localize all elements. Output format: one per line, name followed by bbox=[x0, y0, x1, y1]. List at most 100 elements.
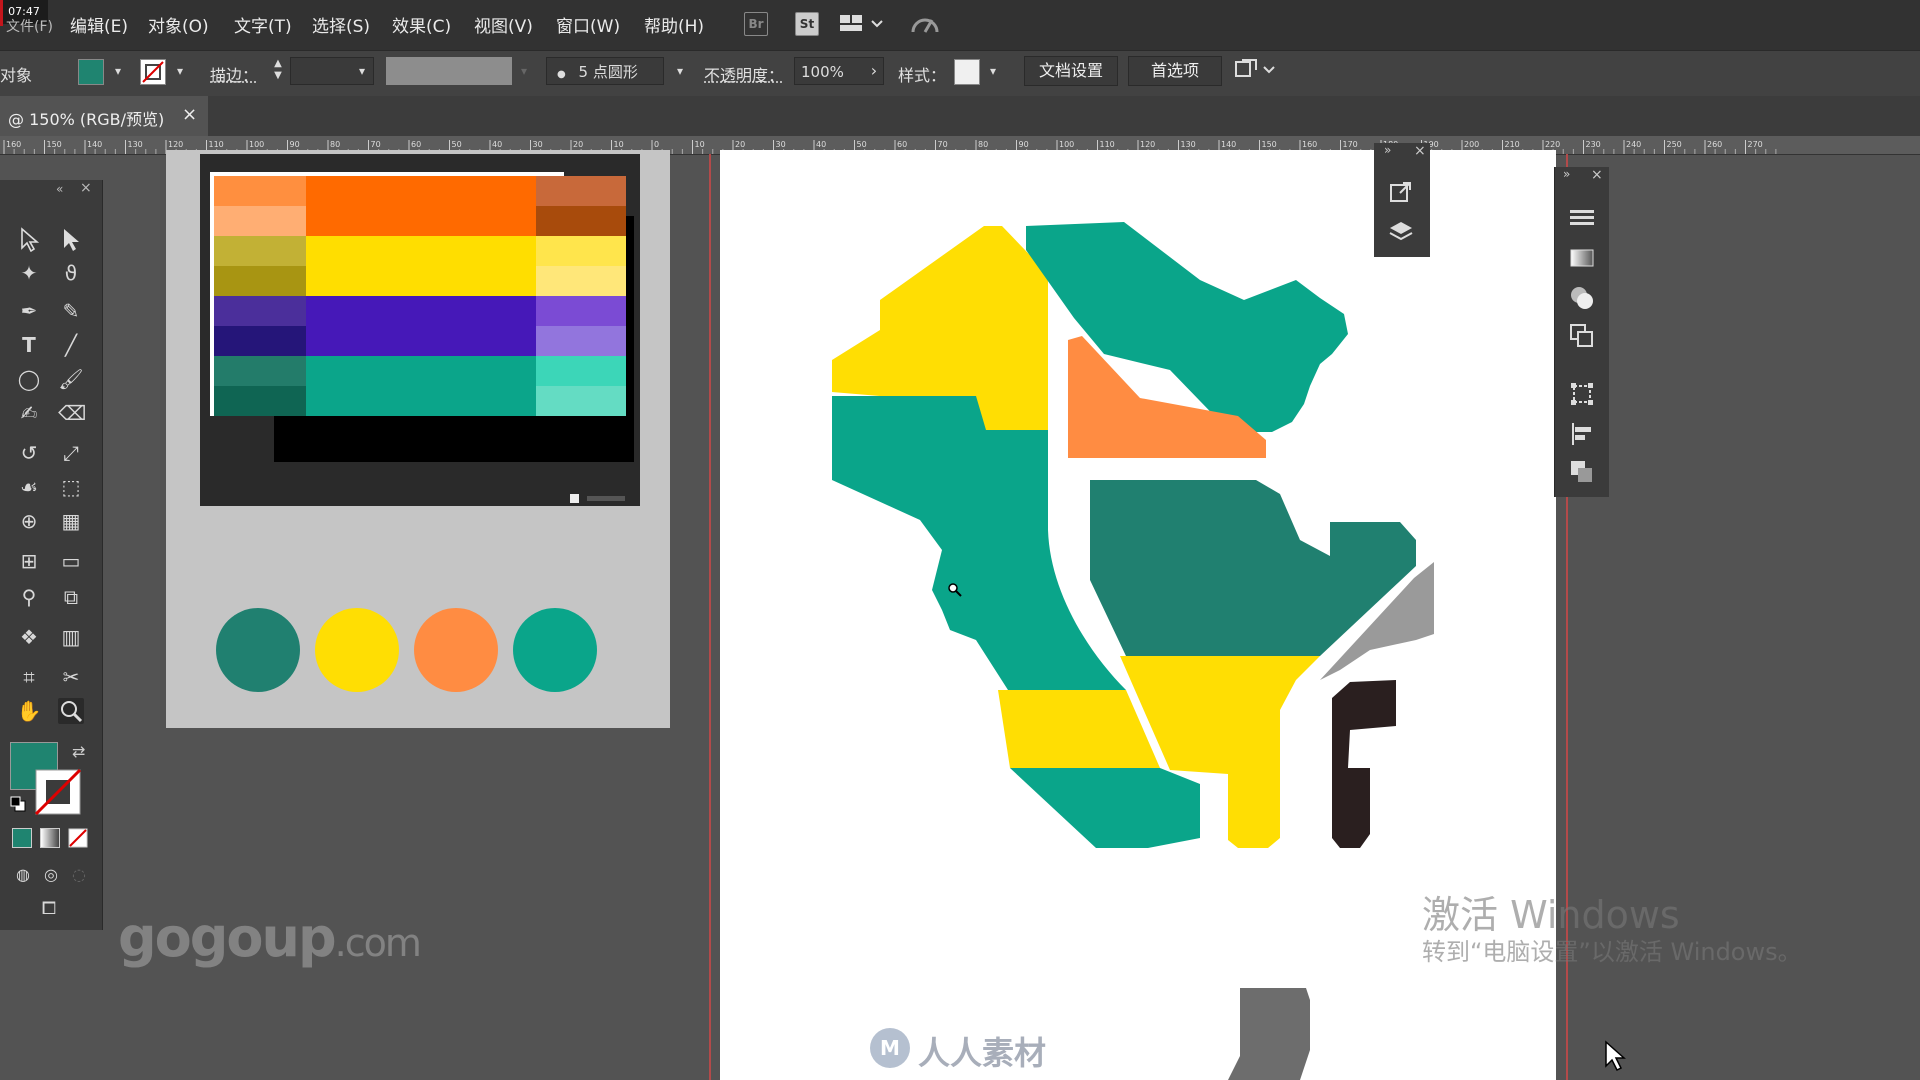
pathfinder-icon[interactable] bbox=[1569, 459, 1595, 485]
menu-help[interactable]: 帮助(H) bbox=[644, 12, 704, 37]
free-transform-tool-icon[interactable]: ⬚ bbox=[58, 474, 84, 500]
default-colors-icon[interactable] bbox=[10, 796, 26, 816]
warp-tool-icon[interactable]: ☙ bbox=[16, 474, 42, 500]
magic-wand-tool-icon[interactable]: ✦ bbox=[16, 260, 42, 286]
color-mode-icon[interactable] bbox=[12, 828, 32, 848]
ruler-label: 220 bbox=[1545, 140, 1560, 149]
style-label: 样式： bbox=[898, 66, 947, 85]
mesh-tool-icon[interactable]: ⊞ bbox=[16, 548, 42, 574]
gradient-mode-icon[interactable] bbox=[40, 828, 60, 848]
close-tab-icon[interactable]: × bbox=[182, 104, 197, 125]
pen-tool-icon[interactable]: ✒ bbox=[16, 298, 42, 324]
transform-icon[interactable] bbox=[1569, 381, 1595, 407]
perspective-grid-tool-icon[interactable]: ▦ bbox=[58, 508, 84, 534]
menu-file-partial[interactable]: 文件(F) bbox=[6, 16, 53, 36]
brush-definition-field[interactable]: ● 5 点圆形 bbox=[546, 57, 664, 85]
palette-swatch-left bbox=[214, 176, 306, 206]
fill-swatch[interactable] bbox=[78, 59, 104, 85]
shaper-tool-icon[interactable]: ✍ bbox=[16, 400, 42, 426]
export-icon[interactable] bbox=[1388, 179, 1414, 205]
draw-behind-icon[interactable]: ◎ bbox=[38, 862, 64, 888]
document-tab[interactable]: @ 150% (RGB/预览) × bbox=[0, 96, 208, 136]
eyedropper-tool-icon[interactable]: ⚲ bbox=[16, 584, 42, 610]
line-tool-icon[interactable]: ╱ bbox=[58, 332, 84, 358]
workspace-layout-icon[interactable] bbox=[840, 14, 884, 38]
variable-width-profile[interactable] bbox=[386, 57, 512, 85]
type-tool-icon[interactable]: T bbox=[16, 332, 42, 358]
ruler-label: 50 bbox=[857, 140, 867, 149]
menu-object[interactable]: 对象(O) bbox=[148, 12, 209, 37]
ruler-label: 120 bbox=[1140, 140, 1155, 149]
gradient-icon[interactable] bbox=[1569, 245, 1595, 271]
close-dock-icon[interactable]: × bbox=[1591, 167, 1603, 183]
menu-window[interactable]: 窗口(W) bbox=[556, 12, 620, 37]
ruler-label: 80 bbox=[330, 140, 340, 149]
ruler-label: 50 bbox=[452, 140, 462, 149]
floating-panel: » × bbox=[1374, 143, 1430, 257]
appearance-icon[interactable] bbox=[1569, 323, 1595, 349]
draw-normal-icon[interactable]: ◍ bbox=[10, 862, 36, 888]
swap-colors-icon[interactable]: ⇄ bbox=[72, 742, 85, 761]
direct-selection-tool-icon[interactable] bbox=[58, 226, 84, 252]
collapse-dock-icon[interactable]: » bbox=[1563, 167, 1570, 181]
gradient-tool-icon[interactable]: ▭ bbox=[58, 548, 84, 574]
graphic-style-swatch[interactable] bbox=[954, 59, 980, 85]
brush-dropdown-icon[interactable]: ▾ bbox=[672, 60, 688, 82]
opacity-label[interactable]: 不透明度： bbox=[704, 62, 784, 86]
document-setup-button[interactable]: 文档设置 bbox=[1024, 56, 1118, 86]
hand-tool-icon[interactable]: ✋ bbox=[16, 698, 42, 724]
lasso-tool-icon[interactable]: ϑ bbox=[58, 260, 84, 286]
menu-type[interactable]: 文字(T) bbox=[234, 12, 292, 37]
stroke-stepper[interactable]: ▲ ▼ bbox=[270, 58, 286, 84]
stroke-color-swatch[interactable] bbox=[34, 768, 82, 816]
ellipse-tool-icon[interactable]: ◯ bbox=[16, 366, 42, 392]
style-dropdown-icon[interactable]: ▾ bbox=[985, 60, 1001, 82]
stroke-dropdown-icon[interactable]: ▾ bbox=[172, 60, 188, 82]
transparency-icon[interactable] bbox=[1569, 285, 1595, 311]
collapse-panel-icon[interactable]: » bbox=[1384, 143, 1391, 157]
arrange-documents-icon[interactable] bbox=[1234, 58, 1278, 86]
symbol-sprayer-tool-icon[interactable]: ❖ bbox=[16, 624, 42, 650]
draw-inside-icon[interactable]: ◌ bbox=[66, 862, 92, 888]
layers-icon[interactable] bbox=[1388, 219, 1414, 245]
stroke-label[interactable]: 描边： bbox=[210, 62, 258, 86]
opacity-arrow-icon[interactable]: › bbox=[866, 60, 882, 82]
collapse-tools-icon[interactable]: « bbox=[56, 182, 63, 196]
stroke-swatch[interactable] bbox=[140, 59, 166, 85]
ruler-label: 230 bbox=[1586, 140, 1601, 149]
paintbrush-tool-icon[interactable]: 🖌 bbox=[58, 366, 84, 392]
rotate-tool-icon[interactable]: ↺ bbox=[16, 440, 42, 466]
align-icon[interactable] bbox=[1569, 421, 1595, 447]
zoom-tool-icon[interactable] bbox=[58, 698, 84, 724]
properties-icon[interactable] bbox=[1569, 205, 1595, 231]
column-graph-tool-icon[interactable]: ▥ bbox=[58, 624, 84, 650]
swatch-circle bbox=[513, 608, 597, 692]
blend-tool-icon[interactable]: ⧉ bbox=[58, 584, 84, 610]
curvature-tool-icon[interactable]: ✎ bbox=[58, 298, 84, 324]
close-tools-icon[interactable]: × bbox=[80, 180, 92, 196]
screen-mode-icon[interactable]: ⧠ bbox=[36, 896, 62, 922]
close-panel-icon[interactable]: × bbox=[1414, 143, 1426, 159]
menu-edit[interactable]: 编辑(E) bbox=[70, 12, 128, 37]
menu-effect[interactable]: 效果(C) bbox=[392, 12, 451, 37]
shape-builder-tool-icon[interactable]: ⊕ bbox=[16, 508, 42, 534]
stock-icon[interactable]: St bbox=[795, 12, 819, 36]
artboard-tool-icon[interactable]: ⌗ bbox=[16, 664, 42, 690]
palette-swatch-right bbox=[536, 236, 626, 266]
gpu-performance-icon[interactable] bbox=[910, 12, 940, 42]
eraser-tool-icon[interactable]: ⌫ bbox=[58, 400, 86, 426]
bridge-icon[interactable]: Br bbox=[744, 12, 768, 36]
ruler-label: 20 bbox=[573, 140, 583, 149]
scale-tool-icon[interactable]: ⤢ bbox=[58, 440, 84, 466]
menu-view[interactable]: 视图(V) bbox=[474, 12, 533, 37]
menu-select[interactable]: 选择(S) bbox=[312, 12, 370, 37]
fill-dropdown-icon[interactable]: ▾ bbox=[110, 60, 126, 82]
slice-tool-icon[interactable]: ✂ bbox=[58, 664, 84, 690]
preferences-button[interactable]: 首选项 bbox=[1128, 56, 1222, 86]
ruler-label: 240 bbox=[1626, 140, 1641, 149]
profile-dropdown-icon[interactable]: ▾ bbox=[516, 60, 532, 82]
stroke-weight-dropdown-icon[interactable]: ▾ bbox=[354, 60, 370, 82]
none-mode-icon[interactable] bbox=[68, 828, 88, 852]
ruler-label: 60 bbox=[411, 140, 421, 149]
selection-tool-icon[interactable] bbox=[16, 226, 42, 253]
